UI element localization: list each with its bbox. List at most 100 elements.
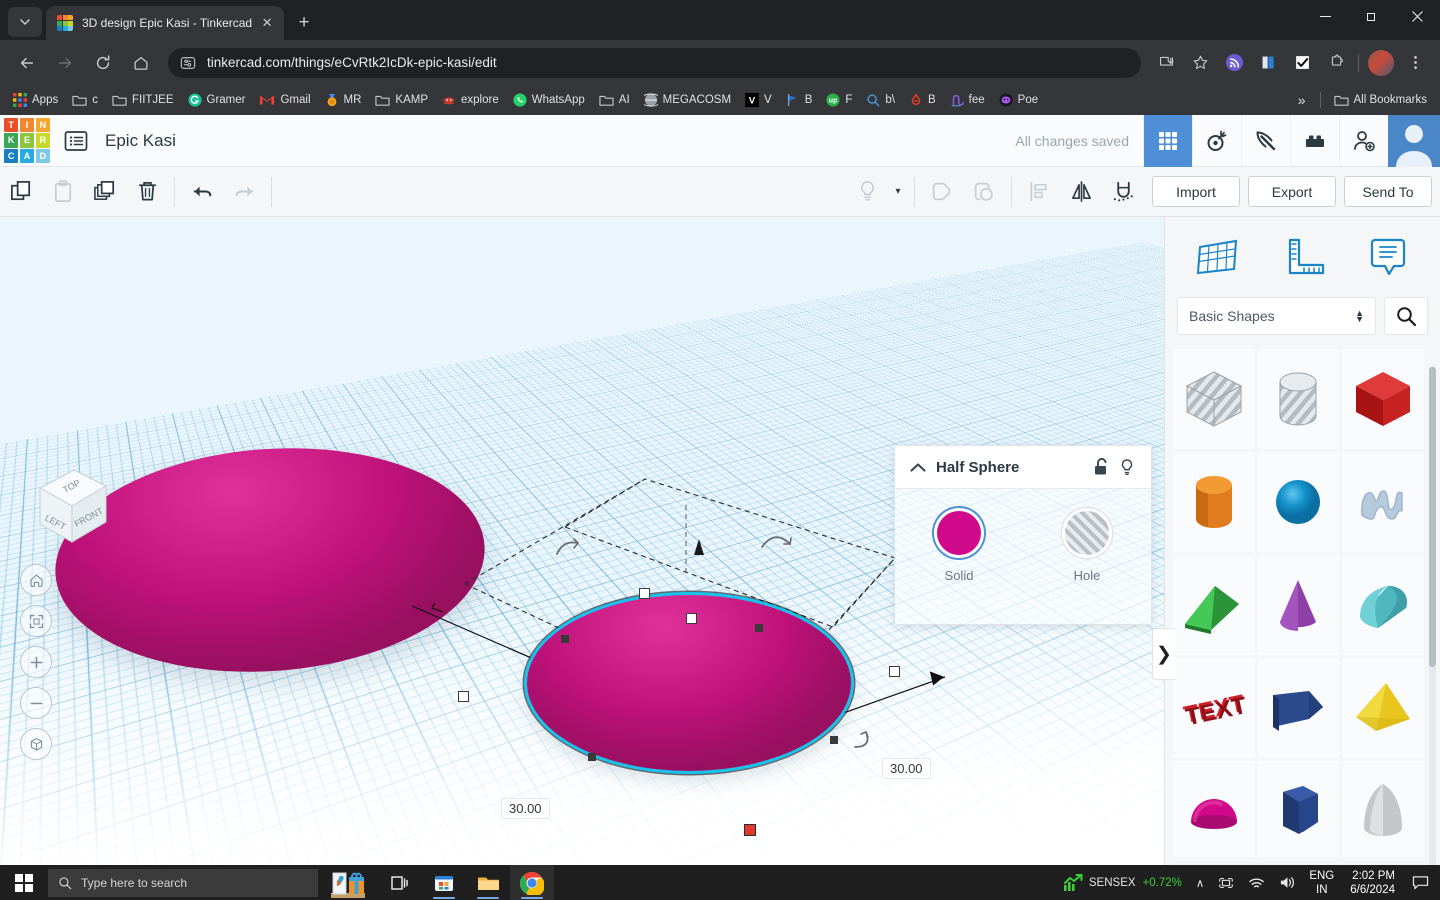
extensions-puzzle-icon[interactable] — [1321, 48, 1351, 78]
shape-box-red[interactable] — [1342, 349, 1424, 449]
shape-pyramid-yellow[interactable] — [1342, 658, 1424, 758]
taskbar-search-input[interactable]: Type here to search — [48, 868, 318, 897]
bookmark-gramer[interactable]: Gramer — [181, 89, 253, 111]
bookmark-c[interactable]: c — [65, 89, 105, 111]
bookmark-kamp[interactable]: KAMP — [368, 89, 435, 111]
resize-handle-top[interactable] — [639, 588, 650, 599]
unlock-icon[interactable] — [1088, 458, 1114, 476]
window-close-button[interactable] — [1394, 0, 1440, 32]
bookmark-apps[interactable]: Apps — [6, 89, 65, 111]
resize-handle-edge-ne[interactable] — [755, 624, 763, 632]
hammer-icon[interactable] — [1241, 114, 1290, 167]
shapes-scrollbar-thumb[interactable] — [1429, 367, 1436, 667]
chrome-icon[interactable] — [510, 865, 554, 900]
dimension-label-right[interactable]: 30.00 — [882, 758, 931, 779]
bricks-icon[interactable] — [1290, 114, 1339, 167]
zoom-in-icon[interactable] — [20, 646, 52, 678]
bookmark-fiitjee[interactable]: FIITJEE — [105, 89, 181, 111]
chevron-up-icon[interactable] — [906, 462, 930, 473]
magnet-snap-icon[interactable] — [1102, 172, 1144, 212]
home-icon[interactable] — [125, 47, 157, 79]
chrome-menu-icon[interactable] — [1400, 48, 1430, 78]
search-icon[interactable] — [1384, 297, 1428, 335]
panel-collapse-toggle[interactable]: ❯ — [1152, 628, 1175, 680]
lightbulb-dropdown-icon[interactable]: ▾ — [888, 172, 908, 212]
shape-cylinder-orange[interactable] — [1173, 452, 1255, 552]
cortana-gift-icon[interactable] — [318, 865, 378, 900]
volume-icon[interactable] — [1272, 875, 1303, 890]
hole-swatch[interactable] — [1065, 511, 1109, 555]
shape-cone-purple[interactable] — [1257, 555, 1340, 655]
ruler-icon[interactable] — [1271, 228, 1335, 286]
bookmark-b[interactable]: B — [779, 89, 820, 111]
redo-arrow-icon[interactable] — [223, 172, 265, 212]
shape-category-select[interactable]: Basic Shapes ▲ ▼ — [1177, 297, 1376, 335]
site-settings-icon[interactable] — [180, 55, 196, 71]
wifi-icon[interactable] — [1241, 875, 1272, 890]
shape-roof-teal[interactable] — [1342, 555, 1424, 655]
bookmark-whatsapp[interactable]: WhatsApp — [506, 89, 592, 111]
mirror-icon[interactable] — [1060, 172, 1102, 212]
tab-search-button[interactable] — [8, 7, 42, 37]
shape-text-red[interactable]: TEXT TEXT — [1173, 658, 1255, 758]
bookmark-explore[interactable]: explore — [435, 89, 506, 111]
home-view-icon[interactable] — [20, 564, 52, 596]
codeblocks-icon[interactable] — [1192, 114, 1241, 167]
shape-half-sphere-pink[interactable] — [1173, 761, 1255, 857]
bookmarks-overflow-button[interactable]: » — [1290, 92, 1314, 108]
forward-icon[interactable] — [49, 47, 81, 79]
clock[interactable]: 2:02 PM 6/6/2024 — [1340, 869, 1405, 897]
export-button[interactable]: Export — [1248, 176, 1336, 207]
send-to-button[interactable]: Send To — [1344, 176, 1432, 207]
reload-icon[interactable] — [87, 47, 119, 79]
extension-book-icon[interactable] — [1253, 48, 1283, 78]
window-minimize-button[interactable] — [1302, 0, 1348, 32]
shape-arrow-blue[interactable] — [1257, 658, 1340, 758]
onedrive-icon[interactable] — [1211, 875, 1241, 891]
paste-icon[interactable] — [42, 172, 84, 212]
start-button[interactable] — [0, 865, 48, 900]
new-tab-button[interactable]: + — [290, 9, 318, 37]
bookmark-fee[interactable]: fee — [943, 89, 992, 111]
fit-to-view-icon[interactable] — [20, 605, 52, 637]
profile-avatar[interactable] — [1368, 49, 1394, 76]
tab-close-icon[interactable]: ✕ — [258, 14, 276, 32]
bookmark-b-[interactable]: b\ — [859, 89, 902, 111]
3d-canvas[interactable]: 30.00 30.00 TOP LEFT FRONT Half Sphere S… — [0, 217, 1164, 865]
notification-center-icon[interactable] — [1405, 875, 1436, 890]
resize-handle-edge-sw[interactable] — [588, 753, 596, 761]
project-list-icon[interactable] — [59, 124, 93, 158]
language-indicator[interactable]: ENG IN — [1303, 869, 1340, 897]
resize-handle-corner-right[interactable] — [889, 666, 900, 677]
height-handle[interactable] — [686, 613, 697, 624]
extension-rss-icon[interactable] — [1219, 48, 1249, 78]
bookmark-gmail[interactable]: Gmail — [252, 89, 317, 111]
bookmark-v[interactable]: VV — [738, 89, 779, 111]
hole-option[interactable]: Hole — [1042, 511, 1132, 583]
lightbulb-icon[interactable] — [846, 172, 888, 212]
group-icon[interactable] — [921, 172, 963, 212]
bookmark-b[interactable]: B — [902, 89, 943, 111]
extension-check-icon[interactable] — [1287, 48, 1317, 78]
duplicate-icon[interactable] — [84, 172, 126, 212]
align-icon[interactable] — [1018, 172, 1060, 212]
invite-person-icon[interactable] — [1339, 114, 1388, 167]
user-avatar[interactable] — [1388, 114, 1440, 167]
install-app-icon[interactable] — [1151, 48, 1181, 78]
bookmark-mr[interactable]: MR — [318, 89, 369, 111]
bookmark-star-icon[interactable] — [1185, 48, 1215, 78]
view-cube[interactable]: TOP LEFT FRONT — [20, 462, 112, 547]
trash-icon[interactable] — [126, 172, 168, 212]
zoom-out-icon[interactable] — [20, 687, 52, 719]
workplane-icon[interactable] — [1186, 228, 1250, 286]
ungroup-icon[interactable] — [963, 172, 1005, 212]
copy-icon[interactable] — [0, 172, 42, 212]
shape-box-hole[interactable] — [1173, 349, 1255, 449]
task-view-icon[interactable] — [378, 865, 422, 900]
tray-overflow-caret[interactable]: ∧ — [1189, 876, 1211, 890]
workplane-move-handle[interactable] — [744, 824, 756, 836]
note-icon[interactable] — [1356, 228, 1420, 286]
solid-color-swatch[interactable] — [937, 511, 981, 555]
shape-scribble[interactable] — [1342, 452, 1424, 552]
microsoft-store-icon[interactable] — [422, 865, 466, 900]
